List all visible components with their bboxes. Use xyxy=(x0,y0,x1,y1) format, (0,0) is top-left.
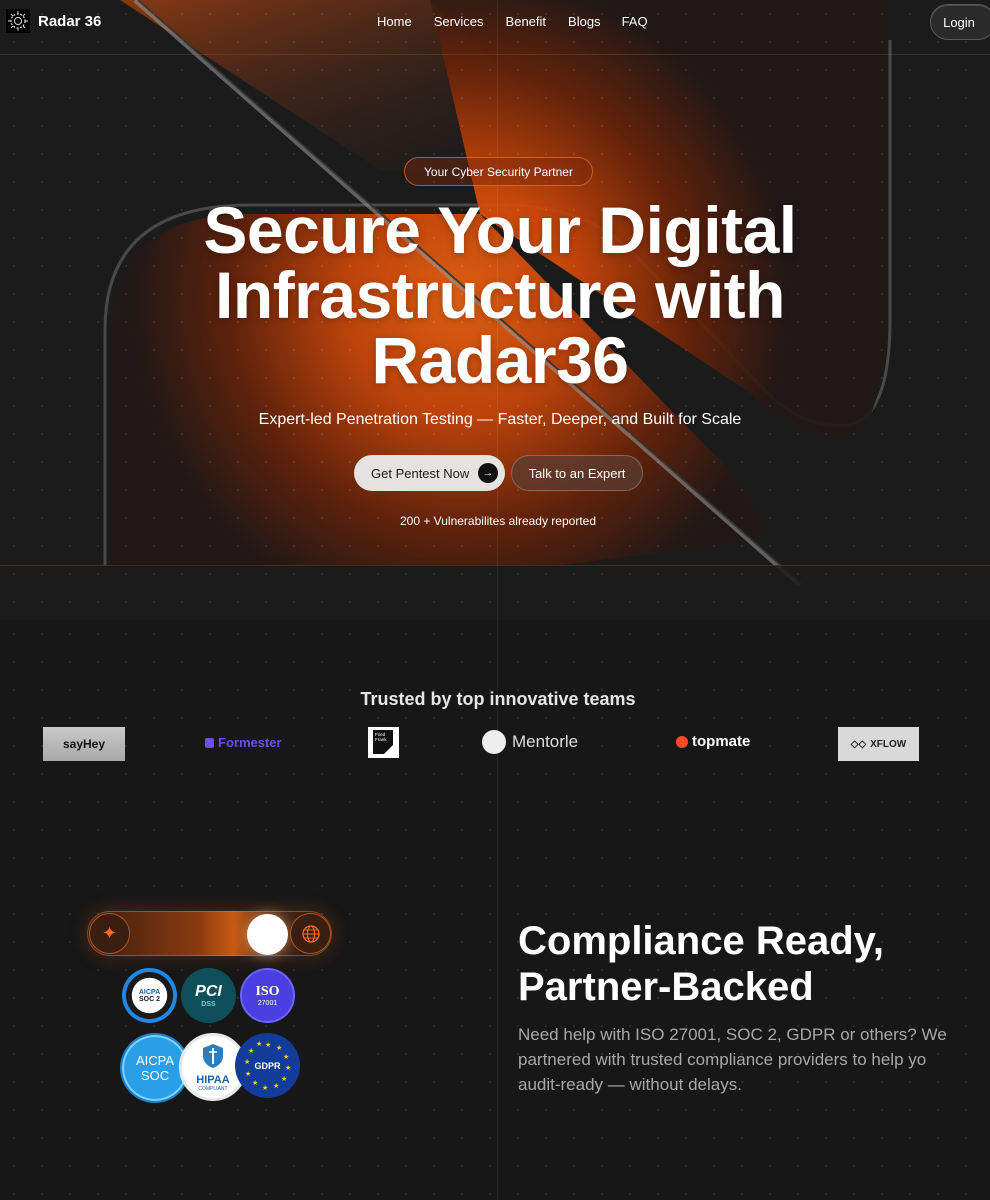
cert-label: AICPA xyxy=(138,988,161,996)
cert-label: 27001 xyxy=(257,1000,278,1007)
compliance-description: Need help with ISO 27001, SOC 2, GDPR or… xyxy=(518,1022,990,1097)
login-button[interactable]: Login xyxy=(930,4,990,40)
logo-mentorle-text: Mentorle xyxy=(512,732,579,751)
hero-section: Radar 36 Home Services Benefit Blogs FAQ… xyxy=(0,0,990,620)
cert-label: PCI xyxy=(195,983,222,1000)
svg-text:★: ★ xyxy=(244,1058,250,1066)
compliance-toggle[interactable]: ✦ xyxy=(87,911,332,956)
cert-label: SOC 2 xyxy=(138,995,160,1003)
talk-to-expert-button[interactable]: Talk to an Expert xyxy=(511,455,643,491)
svg-text:★: ★ xyxy=(283,1053,289,1061)
nav-link-home[interactable]: Home xyxy=(377,14,412,29)
compliance-description-line: partnered with trusted compliance provid… xyxy=(518,1050,927,1069)
page: Radar 36 Home Services Benefit Blogs FAQ… xyxy=(0,0,990,1200)
logo-xflow: ◇◇ XFLOW xyxy=(838,727,919,761)
headline-line: Secure Your Digital xyxy=(203,193,797,267)
compliance-title-line: Compliance Ready, xyxy=(518,919,885,963)
cert-label: GDPR xyxy=(254,1060,281,1071)
nav-link-faq[interactable]: FAQ xyxy=(622,14,648,29)
logo-xflow-text: XFLOW xyxy=(870,738,907,750)
client-logos: sayHey Formester Fried Frank Mentorle to… xyxy=(0,725,990,765)
compliance-title-line: Partner-Backed xyxy=(518,965,814,1009)
svg-text:★: ★ xyxy=(273,1082,279,1090)
svg-text:★: ★ xyxy=(281,1075,287,1083)
vulnerabilities-stat: 200 + Vulnerabilites already reported xyxy=(399,514,596,528)
cert-label: HIPAA xyxy=(196,1073,230,1086)
headline-line: Infrastructure with xyxy=(215,258,785,332)
logo-topmate-text: topmate xyxy=(692,733,751,750)
trusted-title: Trusted by top innovative teams xyxy=(360,689,636,709)
logo-formester-text: Formester xyxy=(218,735,282,750)
compliance-title: Compliance Ready, Partner-Backed xyxy=(518,918,990,1010)
svg-text:★: ★ xyxy=(248,1047,254,1055)
nav-link-services[interactable]: Services xyxy=(434,14,484,29)
cert-pci-dss-badge: PCI DSS xyxy=(181,968,236,1023)
nav-link-benefit[interactable]: Benefit xyxy=(506,14,546,29)
cert-label: DSS xyxy=(201,1001,216,1008)
svg-text:★: ★ xyxy=(262,1084,268,1092)
hero-badge: Your Cyber Security Partner xyxy=(404,157,593,186)
svg-text:Frank: Frank xyxy=(375,737,387,742)
toggle-knob[interactable] xyxy=(247,914,288,955)
shield-icon xyxy=(201,1043,225,1074)
sparkle-icon: ✦ xyxy=(89,913,130,954)
svg-text:★: ★ xyxy=(265,1041,271,1049)
cert-aicpa-soc2-badge: AICPA SOC 2 xyxy=(122,968,177,1023)
cert-iso-27001-badge: ISO 27001 xyxy=(240,968,295,1023)
svg-text:★: ★ xyxy=(276,1044,282,1052)
cert-label: ISO xyxy=(255,984,280,999)
svg-text:★: ★ xyxy=(245,1070,251,1078)
fried-frank-icon: Fried Frank xyxy=(373,730,393,754)
get-pentest-label: Get Pentest Now xyxy=(371,465,470,481)
logo-sayhey-text: sayHey xyxy=(62,737,106,751)
svg-text:★: ★ xyxy=(252,1079,258,1087)
logo-formester: Formester xyxy=(205,735,282,750)
mentorle-icon xyxy=(482,730,506,754)
arrow-right-icon: → xyxy=(478,463,498,483)
logo-fried-frank: Fried Frank xyxy=(368,727,399,758)
top-nav: Radar 36 Home Services Benefit Blogs FAQ… xyxy=(0,0,990,44)
get-pentest-button[interactable]: Get Pentest Now → xyxy=(354,455,505,491)
hero-headline: Secure Your Digital Infrastructure with … xyxy=(150,193,850,397)
nav-link-blogs[interactable]: Blogs xyxy=(568,14,601,29)
grid-line xyxy=(0,565,990,566)
compliance-description-line: Need help with ISO 27001, SOC 2, GDPR or… xyxy=(518,1025,947,1044)
cert-label: COMPLIANT xyxy=(198,1085,228,1092)
hero-subheadline: Expert-led Penetration Testing — Faster,… xyxy=(258,411,742,428)
headline-line: Radar36 xyxy=(371,323,630,397)
nav-links: Home Services Benefit Blogs FAQ xyxy=(377,14,670,29)
radar-icon xyxy=(6,9,30,33)
cert-label: SOC xyxy=(140,1068,170,1083)
logo-sayhey: sayHey xyxy=(43,727,125,761)
cert-label: AICPA xyxy=(135,1053,175,1068)
cert-gdpr-badge: ★ ★ ★ ★ ★ ★ ★ ★ ★ ★ ★ ★ GDPR xyxy=(235,1033,300,1098)
brand-name: Radar 36 xyxy=(38,12,102,30)
formester-icon xyxy=(205,737,214,748)
svg-text:★: ★ xyxy=(256,1040,262,1048)
compliance-description-line: audit-ready — without delays. xyxy=(518,1075,742,1094)
logo-topmate: topmate xyxy=(676,733,750,750)
grid-line xyxy=(0,54,990,55)
svg-text:★: ★ xyxy=(285,1064,291,1072)
brand-logo[interactable]: Radar 36 xyxy=(6,9,101,33)
globe-icon xyxy=(290,913,331,954)
xflow-icon: ◇◇ xyxy=(850,738,867,750)
logo-mentorle: Mentorle xyxy=(482,730,578,754)
topmate-icon xyxy=(676,735,688,748)
